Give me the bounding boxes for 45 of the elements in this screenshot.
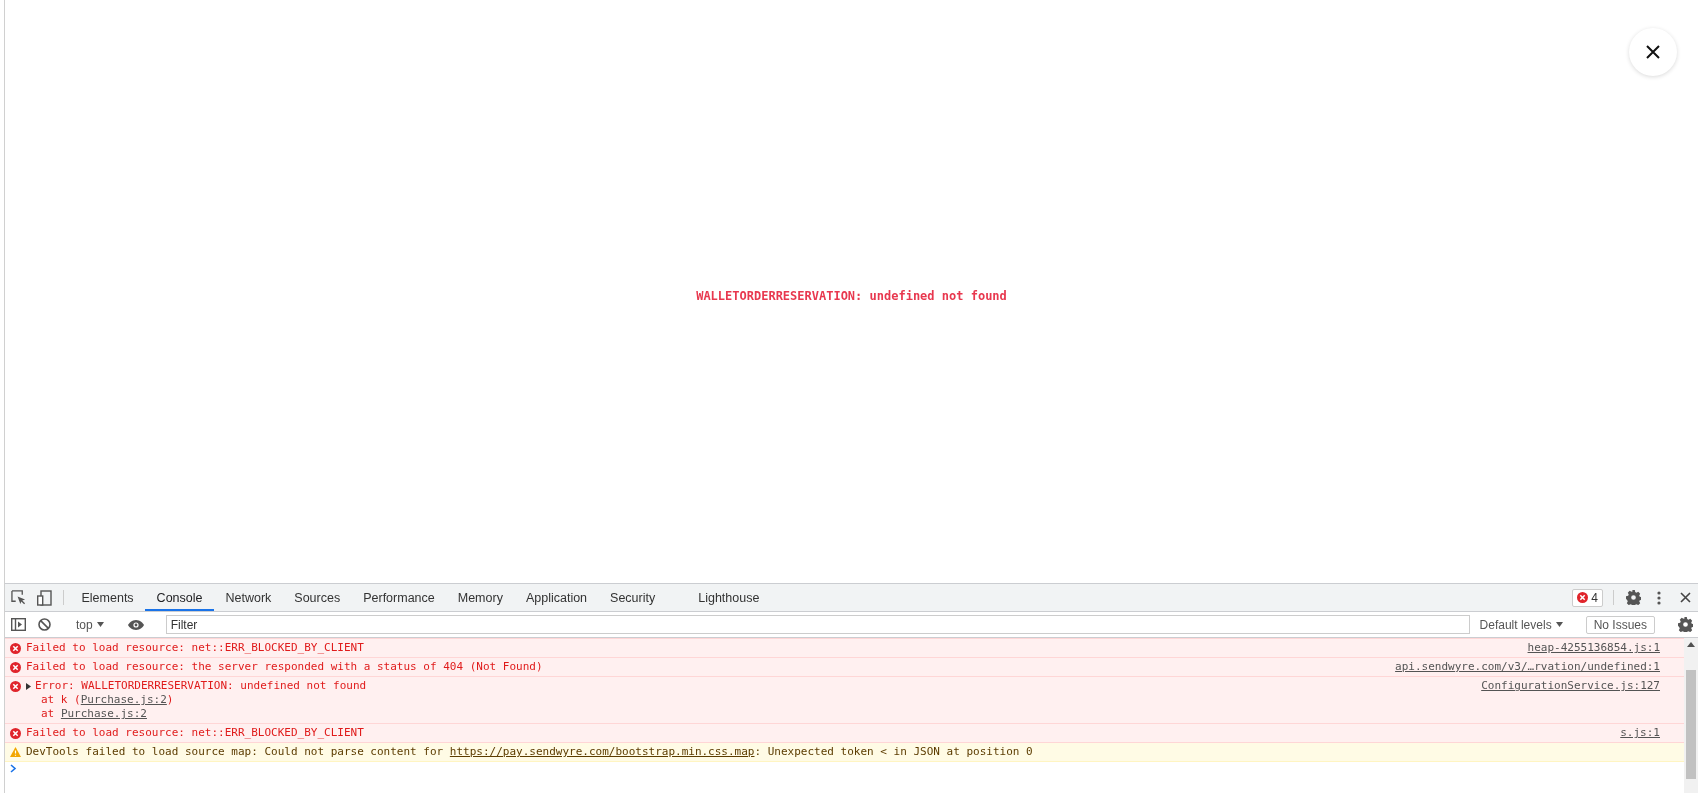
source-link[interactable]: s.js:1: [1620, 726, 1660, 740]
error-icon: [1577, 592, 1589, 603]
source-link[interactable]: heap-4255136854.js:1: [1527, 641, 1660, 655]
error-icon: [10, 681, 21, 692]
source-map-link[interactable]: https://pay.sendwyre.com/bootstrap.min.css.map: [449, 745, 755, 758]
close-button[interactable]: [1629, 28, 1677, 76]
caret-icon: [96, 622, 104, 627]
expand-triangle-icon[interactable]: [26, 682, 32, 690]
scroll-up-icon[interactable]: [1687, 642, 1695, 648]
stack-link[interactable]: Purchase.js:2: [60, 707, 147, 720]
console-settings-icon[interactable]: [1677, 617, 1693, 632]
console-message: Failed to load resource: net::ERR_BLOCKED_BY_CLIENT: [26, 641, 364, 655]
console-message: Failed to load resource: the server responded with a status of 404 (Not Found): [26, 660, 543, 674]
levels-dropdown[interactable]: Default levels: [1473, 617, 1569, 632]
devtools-tab[interactable]: Elements: [70, 586, 146, 611]
devtools-tab[interactable]: Lighthouse: [686, 586, 771, 611]
filter-field[interactable]: Filter: [165, 615, 1470, 634]
warning-icon: [10, 747, 21, 757]
stack-trace-line: at Purchase.js:2: [41, 707, 147, 720]
devtools-tab[interactable]: Sources: [282, 586, 352, 611]
settings-icon[interactable]: [1625, 590, 1641, 605]
devtools-tab[interactable]: Application: [514, 586, 599, 611]
caret-icon: [1555, 622, 1563, 627]
devtools-tab[interactable]: Network: [214, 586, 283, 611]
source-link[interactable]: ConfigurationService.js:127: [1481, 679, 1660, 721]
error-message: WALLETORDERRESERVATION: undefined not found: [696, 288, 1007, 303]
scrollbar[interactable]: [1684, 638, 1698, 793]
prompt-icon: [10, 764, 17, 773]
devtools-tab[interactable]: Security: [598, 586, 667, 611]
issues-button[interactable]: No Issues: [1585, 615, 1655, 634]
console-message: Error: WALLETORDERRESERVATION: undefined not found: [35, 679, 367, 693]
devtools-tab[interactable]: Performance: [351, 586, 447, 611]
error-count-badge[interactable]: 4: [1572, 588, 1603, 607]
stack-link[interactable]: Purchase.js:2: [80, 693, 167, 706]
close-icon: [1646, 45, 1660, 59]
devtools-tab[interactable]: Memory: [446, 586, 515, 611]
source-link[interactable]: api.sendwyre.com/v3/…rvation/undefined:1: [1395, 660, 1660, 674]
console-message: Failed to load resource: net::ERR_BLOCKED_BY_CLIENT: [26, 726, 364, 740]
stack-trace-line: at k (Purchase.js:2): [41, 693, 174, 706]
context-dropdown[interactable]: top: [70, 617, 110, 632]
error-icon: [10, 662, 21, 673]
error-icon: [10, 643, 21, 654]
devtools-tab[interactable]: Console: [145, 586, 214, 611]
error-icon: [10, 728, 21, 739]
console-message: DevTools failed to load source map: Could not parse content for https://pay.sendwyre.com/bootstrap.min.css.map: Unexpected token < in JSON at position 0: [26, 745, 1033, 759]
